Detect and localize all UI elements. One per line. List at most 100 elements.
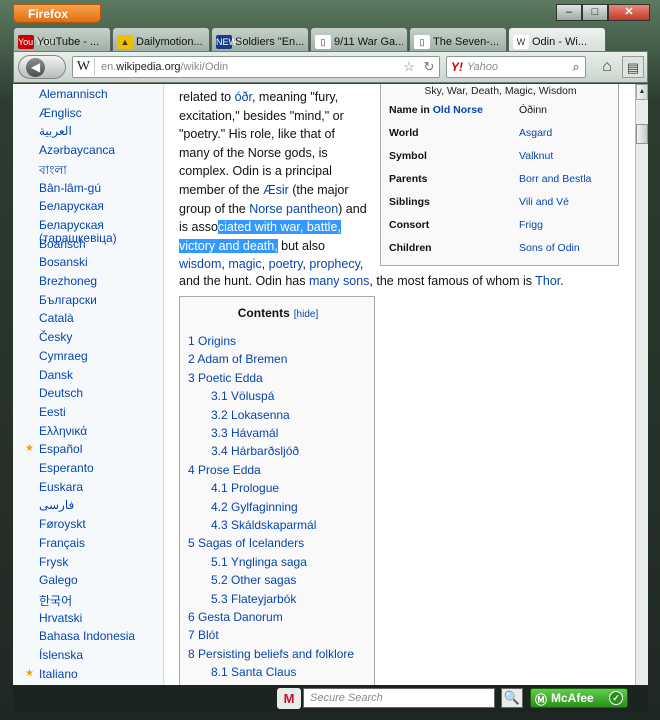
toc-text[interactable]: Gylfaginning	[231, 500, 298, 514]
back-forward-buttons[interactable]: ◀	[18, 55, 66, 79]
secure-search-button[interactable]: 🔍	[501, 688, 523, 708]
toc-item[interactable]: 1 Origins	[188, 334, 236, 348]
tools-menu-icon[interactable]: ▤	[622, 56, 644, 78]
sidebar-language-link[interactable]: Íslenska	[39, 648, 83, 662]
scrollbar-thumb[interactable]	[636, 124, 648, 144]
toc-text[interactable]: Hárbarðsljóð	[231, 444, 299, 458]
sidebar-language-link[interactable]: Galego	[39, 573, 78, 587]
toc-item[interactable]: 3.1 Völuspá	[211, 389, 274, 403]
sidebar-language-link[interactable]: Ελληνικά	[39, 424, 87, 438]
toc-text[interactable]: Hávamál	[231, 426, 278, 440]
home-icon[interactable]: ⌂	[596, 56, 618, 78]
sidebar-language-link[interactable]: 한국어	[39, 592, 72, 609]
infobox-value[interactable]: Borr and Bestla	[519, 173, 591, 185]
toc-item[interactable]: 4.2 Gylfaginning	[211, 500, 298, 514]
toc-item[interactable]: 3.4 Hárbarðsljóð	[211, 444, 299, 458]
back-arrow-icon[interactable]: ◀	[26, 58, 45, 77]
search-magnifier-icon[interactable]: ⌕	[567, 59, 585, 75]
sidebar-language-link[interactable]: Bahasa Indonesia	[39, 629, 135, 643]
sidebar-language-link[interactable]: Brezhoneg	[39, 274, 97, 288]
toc-text[interactable]: Flateyjarbók	[231, 592, 296, 606]
sidebar-language-link[interactable]: Azərbaycanca	[39, 143, 115, 157]
article-link[interactable]: Norse pantheon	[249, 202, 338, 216]
toc-text[interactable]: Ynglinga saga	[231, 555, 307, 569]
scroll-up-arrow-icon[interactable]: ▲	[636, 84, 648, 100]
search-bar[interactable]: Y! Yahoo ⌕	[446, 56, 586, 78]
article-link[interactable]: Æsir	[263, 183, 289, 197]
infobox-value[interactable]: Frigg	[519, 219, 543, 231]
toc-text[interactable]: Sagas of Icelanders	[198, 536, 304, 550]
sidebar-language-link[interactable]: Български	[39, 293, 97, 307]
toc-item[interactable]: 8 Persisting beliefs and folklore	[188, 647, 354, 661]
toc-text[interactable]: Skáldskaparmál	[231, 518, 316, 532]
sidebar-language-link[interactable]: Euskara	[39, 480, 83, 494]
infobox-value[interactable]: Valknut	[519, 150, 553, 162]
toc-text[interactable]: Blót	[198, 628, 219, 642]
toc-item[interactable]: 7 Blót	[188, 628, 219, 642]
article-link[interactable]: óðr	[235, 90, 252, 104]
toc-item[interactable]: 3.2 Lokasenna	[211, 408, 290, 422]
sidebar-language-link[interactable]: Català	[39, 311, 74, 325]
toc-item[interactable]: 2 Adam of Bremen	[188, 352, 287, 366]
sidebar-language-link[interactable]: Français	[39, 536, 85, 550]
sidebar-language-link[interactable]: Bân-lâm-gú	[39, 181, 101, 195]
firefox-menu-button[interactable]: Firefox	[13, 4, 101, 23]
browser-tab[interactable]: ▲ Dailymotion...	[112, 27, 210, 51]
search-input[interactable]: Yahoo	[467, 61, 567, 73]
browser-tab[interactable]: NEWS Soldiers "En...	[211, 27, 309, 51]
sidebar-language-link[interactable]: Frysk	[39, 555, 68, 569]
toc-text[interactable]: Persisting beliefs and folklore	[198, 647, 354, 661]
toc-text[interactable]: Prose Edda	[198, 463, 261, 477]
toc-item[interactable]: 3 Poetic Edda	[188, 371, 263, 385]
toc-item[interactable]: 3.3 Hávamál	[211, 426, 278, 440]
sidebar-language-link[interactable]: Bosanski	[39, 255, 88, 269]
toc-text[interactable]: Other sagas	[231, 573, 296, 587]
bookmark-star-icon[interactable]: ☆	[399, 59, 419, 75]
vertical-scrollbar[interactable]: ▲	[635, 84, 648, 685]
toc-item[interactable]: 6 Gesta Danorum	[188, 610, 283, 624]
sidebar-language-link[interactable]: Deutsch	[39, 386, 83, 400]
toc-text[interactable]: Santa Claus	[231, 665, 296, 679]
browser-tab[interactable]: You Tube YouTube - ...	[13, 27, 111, 51]
toc-text[interactable]: Poetic Edda	[198, 371, 263, 385]
toc-hide-link[interactable]: [hide]	[294, 309, 318, 320]
toc-text[interactable]: Völuspá	[231, 389, 274, 403]
article-link[interactable]: prophecy	[309, 257, 360, 271]
sidebar-language-link[interactable]: Italiano	[39, 667, 78, 681]
mcafee-status-button[interactable]: Ⓜ McAfee ✓	[530, 688, 628, 708]
sidebar-language-link[interactable]: العربية	[39, 124, 72, 138]
secure-search-input[interactable]: Secure Search	[303, 688, 495, 708]
minimize-button[interactable]: –	[556, 4, 582, 21]
toc-text[interactable]: Prologue	[231, 481, 279, 495]
sidebar-language-link[interactable]: Føroyskt	[39, 517, 86, 531]
sidebar-language-link[interactable]: Ænglisc	[39, 106, 82, 120]
toc-text[interactable]: Lokasenna	[231, 408, 290, 422]
sidebar-language-link[interactable]: Hrvatski	[39, 611, 82, 625]
close-button[interactable]: ✕	[608, 4, 650, 21]
toc-item[interactable]: 5.1 Ynglinga saga	[211, 555, 307, 569]
sidebar-language-link[interactable]: Boarisch	[39, 237, 86, 251]
toc-item[interactable]: 5.2 Other sagas	[211, 573, 296, 587]
article-link[interactable]: wisdom	[179, 257, 221, 271]
infobox-value[interactable]: Sons of Odin	[519, 242, 580, 254]
sidebar-language-link[interactable]: Eesti	[39, 405, 66, 419]
article-link[interactable]: Thor	[535, 274, 560, 288]
mcafee-shield-icon[interactable]: M	[277, 688, 301, 709]
sidebar-language-link[interactable]: Беларуская	[39, 199, 104, 213]
toc-text[interactable]: Adam of Bremen	[197, 352, 287, 366]
toc-item[interactable]: 5.3 Flateyjarbók	[211, 592, 296, 606]
infobox-value[interactable]: Vili and Vé	[519, 196, 569, 208]
sidebar-language-link[interactable]: Esperanto	[39, 461, 94, 475]
browser-tab[interactable]: ▯ 9/11 War Ga...	[310, 27, 408, 51]
sidebar-language-link[interactable]: Česky	[39, 330, 72, 344]
toc-text[interactable]: Gesta Danorum	[198, 610, 283, 624]
toc-item[interactable]: 4.1 Prologue	[211, 481, 279, 495]
sidebar-language-link[interactable]: Cymraeg	[39, 349, 88, 363]
infobox-key-link[interactable]: Old Norse	[433, 104, 483, 116]
toc-item[interactable]: 4 Prose Edda	[188, 463, 261, 477]
sidebar-language-link[interactable]: Español	[39, 442, 82, 456]
article-link[interactable]: magic	[228, 257, 261, 271]
infobox-value[interactable]: Asgard	[519, 127, 552, 139]
sidebar-language-link[interactable]: Alemannisch	[39, 87, 108, 101]
browser-tab[interactable]: W Odin - Wi...	[508, 27, 606, 51]
